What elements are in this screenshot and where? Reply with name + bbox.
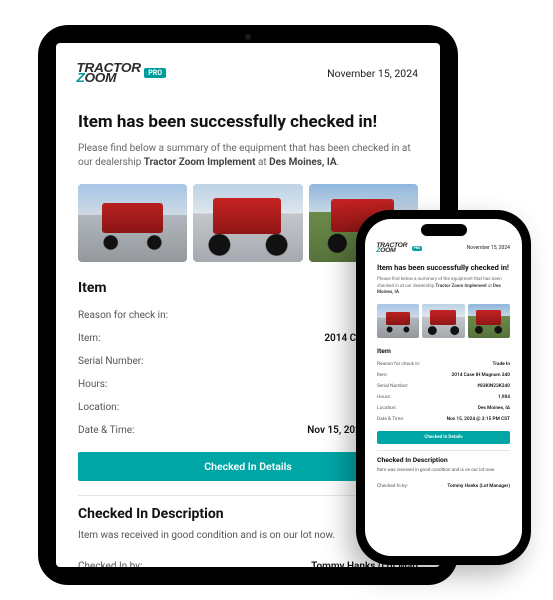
intro-post: . [337, 157, 340, 168]
row-hours: Hours: 1,984 [377, 392, 510, 403]
divider [377, 450, 510, 451]
email-header: TRACTOR ZOOM PRO November 15, 2024 [377, 243, 510, 253]
equipment-photo-2[interactable] [422, 304, 464, 338]
label-checked-in-by: Checked In by: [78, 561, 142, 567]
label-datetime: Date & Time: [377, 417, 404, 422]
page-title: Item has been successfully checked in! [78, 112, 418, 132]
row-checked-in-by: Checked In by: Tommy Hanks (Lot Manager) [377, 481, 510, 492]
equipment-photo-1[interactable] [377, 304, 419, 338]
brand-logo-text: TRACTOR ZOOM [376, 243, 407, 253]
brand-logo: TRACTOR ZOOM PRO [377, 243, 422, 253]
label-item: Item: [78, 333, 101, 344]
intro-text: Please find below a summary of the equip… [377, 277, 510, 296]
email-date: November 15, 2024 [467, 245, 510, 251]
row-item: Item: 2014 Case IH Magnum 340 [377, 370, 510, 381]
label-datetime: Date & Time: [78, 425, 134, 436]
label-hours: Hours: [377, 395, 391, 400]
email-date: November 15, 2024 [327, 67, 418, 80]
row-datetime: Date & Time: Nov 15, 2024 @ 3:15 PM CST [377, 414, 510, 425]
intro-post: . [399, 290, 400, 295]
equipment-photo-2[interactable] [193, 184, 302, 262]
label-hours: Hours: [78, 379, 107, 390]
description-text: Item was received in good condition and … [377, 468, 510, 473]
intro-dealer: Tractor Zoom Implement [435, 284, 486, 289]
brand-line2-rest: OOM [380, 247, 395, 254]
phone-dynamic-island [421, 224, 467, 236]
row-location: Location: Des Moines, IA [377, 403, 510, 414]
brand-logo: TRACTOR ZOOM PRO [78, 63, 166, 84]
value-reason: Trade In [492, 362, 510, 367]
value-datetime: Nov 15, 2024 @ 3:15 PM CST [447, 417, 510, 422]
label-location: Location: [377, 406, 397, 411]
label-serial: Serial Number: [78, 356, 144, 367]
tablet-camera [245, 34, 251, 40]
phone-device-frame: TRACTOR ZOOM PRO November 15, 2024 Item … [356, 210, 531, 565]
email-header: TRACTOR ZOOM PRO November 15, 2024 [78, 63, 418, 84]
label-serial: Serial Number: [377, 384, 408, 389]
intro-dealer: Tractor Zoom Implement [144, 157, 256, 168]
label-checked-in-by: Checked In by: [377, 484, 408, 489]
checked-in-details-button[interactable]: Checked In Details [377, 431, 510, 444]
page-title: Item has been successfully checked in! [377, 263, 510, 272]
row-reason: Reason for check in: Trade In [377, 359, 510, 370]
value-hours: 1,984 [498, 395, 510, 400]
row-serial: Serial Number: #83KIN23K340 [377, 381, 510, 392]
intro-text: Please find below a summary of the equip… [78, 142, 418, 170]
equipment-photo-3[interactable] [468, 304, 510, 338]
value-location: Des Moines, IA [478, 406, 510, 411]
value-item: 2014 Case IH Magnum 340 [451, 373, 510, 378]
label-item: Item: [377, 373, 388, 378]
brand-line2-rest: OOM [85, 70, 117, 85]
brand-badge: PRO [412, 246, 423, 251]
section-desc-heading: Checked In Description [377, 456, 510, 464]
intro-loc: Des Moines, IA [269, 157, 336, 168]
value-serial: #83KIN23K340 [477, 384, 510, 389]
phone-screen: TRACTOR ZOOM PRO November 15, 2024 Item … [365, 219, 522, 556]
brand-logo-text: TRACTOR ZOOM [76, 63, 140, 84]
label-location: Location: [78, 402, 119, 413]
brand-line2-accent: Z [76, 70, 84, 85]
equipment-photo-1[interactable] [78, 184, 187, 262]
label-reason: Reason for check in: [78, 310, 168, 321]
equipment-photos [377, 304, 510, 338]
value-checked-in-by: Tommy Hanks (Lot Manager) [447, 484, 510, 489]
brand-badge: PRO [144, 68, 166, 78]
intro-mid: at [255, 157, 269, 168]
section-item-heading: Item [377, 347, 510, 355]
label-reason: Reason for check in: [377, 362, 420, 367]
